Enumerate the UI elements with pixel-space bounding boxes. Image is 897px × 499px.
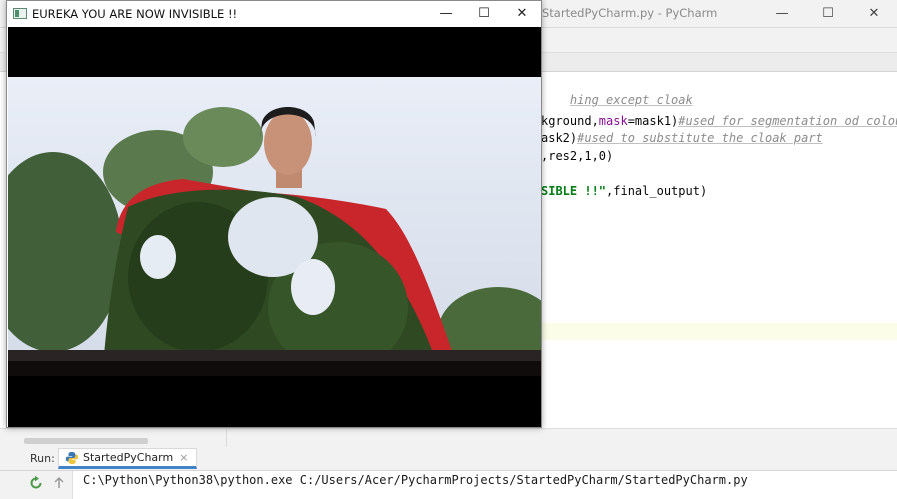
current-line-highlight xyxy=(541,323,897,340)
arrow-up-icon[interactable] xyxy=(51,475,67,491)
code-comment: #used for segmentation od colour xyxy=(678,114,897,128)
code-line: ,res2,1,0) xyxy=(541,149,613,163)
minimize-button[interactable]: — xyxy=(427,1,465,27)
invisibility-cloak-image xyxy=(8,77,541,376)
rerun-icon[interactable] xyxy=(28,475,44,491)
opencv-window-title: EUREKA YOU ARE NOW INVISIBLE !! xyxy=(32,7,238,21)
code-text: ,final_output) xyxy=(606,184,708,198)
pycharm-minimize-button[interactable]: — xyxy=(759,0,805,27)
run-toolbar xyxy=(0,471,73,499)
opencv-window-controls: — ☐ ✕ xyxy=(427,1,541,27)
pycharm-close-button[interactable]: ✕ xyxy=(851,0,897,27)
scrollbar-thumb[interactable] xyxy=(24,438,148,444)
console-output-line: C:\Python\Python38\python.exe C:/Users/A… xyxy=(83,473,748,487)
code-text: =mask1) xyxy=(627,114,679,128)
pycharm-window-controls: — ☐ ✕ xyxy=(759,0,897,27)
code-comment: hing except cloak xyxy=(569,93,693,107)
code-comment: #used to substitute the cloak part xyxy=(577,131,823,145)
opencv-output-window[interactable]: EUREKA YOU ARE NOW INVISIBLE !! — ☐ ✕ xyxy=(6,0,542,428)
run-console[interactable]: C:\Python\Python38\python.exe C:/Users/A… xyxy=(0,471,897,499)
close-button[interactable]: ✕ xyxy=(503,1,541,27)
code-line: SIBLE !!",final_output) xyxy=(541,184,707,198)
code-line: ask2)#used to substitute the cloak part xyxy=(541,131,823,145)
pycharm-maximize-button[interactable]: ☐ xyxy=(805,0,851,27)
code-string: SIBLE !!" xyxy=(541,184,607,198)
pycharm-window-title: StartedPyCharm.py - PyCharm xyxy=(542,6,718,20)
opencv-titlebar[interactable]: EUREKA YOU ARE NOW INVISIBLE !! — ☐ ✕ xyxy=(7,1,541,27)
scrollbar-divider xyxy=(226,429,227,447)
opencv-window-icon xyxy=(13,8,27,19)
code-line: kground,mask=mask1)#used for segmentatio… xyxy=(541,114,897,128)
python-icon xyxy=(65,451,79,464)
camera-frame xyxy=(8,27,541,427)
code-text: kground, xyxy=(541,114,599,128)
editor-horizontal-scrollbar[interactable] xyxy=(0,428,897,447)
code-keyword: mask xyxy=(598,114,628,128)
run-tool-window-header: Run: StartedPyCharm × xyxy=(0,447,897,471)
maximize-button[interactable]: ☐ xyxy=(465,1,503,27)
code-text: ask2) xyxy=(541,131,578,145)
close-icon[interactable]: × xyxy=(179,451,188,464)
run-tab-startedpycharm[interactable]: StartedPyCharm × xyxy=(58,448,198,469)
code-text: ,res2,1,0) xyxy=(541,149,614,163)
run-tab-label: StartedPyCharm xyxy=(83,451,174,464)
run-label: Run: xyxy=(30,452,55,465)
